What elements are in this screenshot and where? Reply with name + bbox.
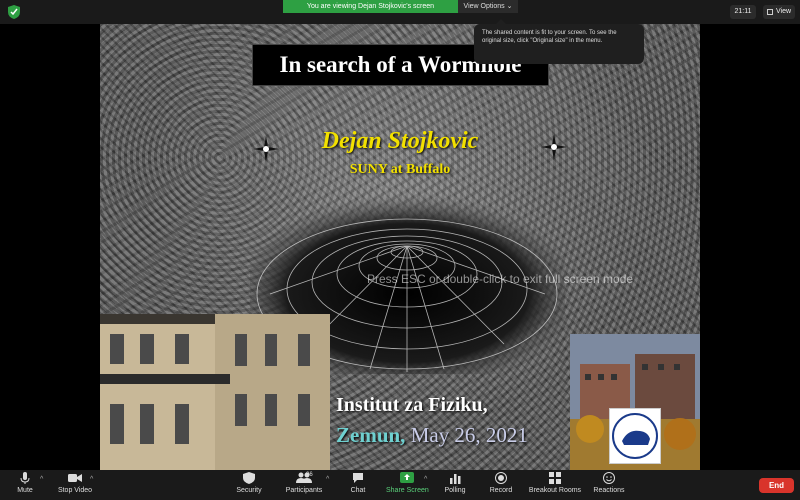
polling-label: Polling <box>444 487 466 494</box>
speaker-affiliation: SUNY at Buffalo <box>349 162 451 177</box>
reactions-label: Reactions <box>593 487 625 494</box>
stop-video-label: Stop Video <box>57 487 93 494</box>
video-camera-icon <box>68 474 82 482</box>
record-button[interactable]: Record <box>488 472 514 494</box>
record-icon <box>495 472 507 484</box>
sparkle-right-icon <box>541 134 567 160</box>
mute-button[interactable]: Mute <box>12 472 38 494</box>
meeting-timer: 21:11 <box>730 5 756 19</box>
view-button[interactable]: View <box>763 5 795 19</box>
mute-label: Mute <box>17 487 33 494</box>
viewing-screen-banner: You are viewing Dejan Stojkovic's screen <box>283 0 458 13</box>
share-screen-icon <box>400 472 414 483</box>
university-at-buffalo-seal <box>609 408 661 464</box>
reactions-button[interactable]: Reactions <box>592 472 626 494</box>
shield-icon <box>243 472 255 484</box>
fullscreen-exit-hint: Press ESC or double-click to exit full s… <box>366 272 634 286</box>
grid-icon <box>767 9 773 15</box>
view-options-button[interactable]: View Options ⌄ <box>458 0 518 13</box>
talk-date: May 26, 2021 <box>410 423 528 447</box>
breakout-rooms-label: Breakout Rooms <box>528 487 582 494</box>
top-bar: You are viewing Dejan Stojkovic's screen… <box>0 0 800 24</box>
share-options-caret-icon[interactable]: ^ <box>424 476 427 483</box>
fit-to-screen-tooltip: The shared content is fit to your screen… <box>474 19 644 64</box>
participants-label: Participants <box>285 487 323 494</box>
end-meeting-button[interactable]: End <box>759 478 794 493</box>
stop-video-button[interactable]: Stop Video <box>56 472 94 494</box>
share-screen-label: Share Screen <box>386 487 429 494</box>
video-options-caret-icon[interactable]: ^ <box>90 476 93 483</box>
record-label: Record <box>489 487 513 494</box>
audio-options-caret-icon[interactable]: ^ <box>40 476 43 483</box>
venue-place: Zemun, <box>336 423 406 447</box>
venue-date-line: Zemun, May 26, 2021 <box>336 423 576 448</box>
security-label: Security <box>236 487 262 494</box>
participants-caret-icon[interactable]: ^ <box>326 476 329 483</box>
security-button[interactable]: Security <box>234 472 264 494</box>
participants-button[interactable]: 26 Participants <box>284 472 324 494</box>
view-button-label: View <box>776 8 792 15</box>
chat-bubble-icon <box>353 473 363 483</box>
polling-button[interactable]: Polling <box>442 472 468 494</box>
institute-name: Institut za Fiziku, <box>336 394 488 416</box>
participants-count: 26 <box>306 472 313 478</box>
smiley-icon <box>603 472 615 484</box>
chat-button[interactable]: Chat <box>346 472 370 494</box>
chat-label: Chat <box>350 487 366 494</box>
meeting-toolbar: Mute ^ Stop Video ^ Security 26 Particip… <box>0 470 800 500</box>
breakout-rooms-icon <box>549 472 561 484</box>
speaker-name: Dejan Stojkovic <box>321 128 479 154</box>
institute-building-photo <box>100 314 330 470</box>
security-shield-icon <box>8 5 20 19</box>
share-screen-button[interactable]: Share Screen <box>386 472 429 494</box>
microphone-icon <box>20 472 30 484</box>
bar-chart-icon <box>450 474 461 484</box>
shared-screen-slide: In search of a Wormhole Dejan Stojkovic … <box>100 24 700 470</box>
sparkle-left-icon <box>253 136 279 162</box>
breakout-rooms-button[interactable]: Breakout Rooms <box>528 472 582 494</box>
